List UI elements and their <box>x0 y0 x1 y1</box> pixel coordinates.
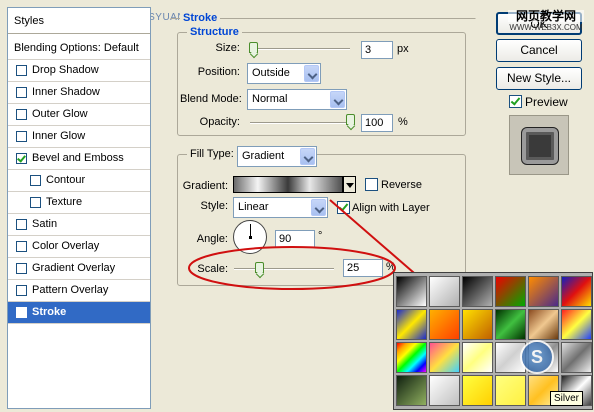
gradient-swatch[interactable] <box>396 309 427 340</box>
gradient-swatch[interactable] <box>561 276 592 307</box>
gradient-picker-popup <box>393 272 593 410</box>
gradient-swatch[interactable] <box>429 375 460 406</box>
annotation-ellipse <box>188 246 396 290</box>
gradient-swatch[interactable] <box>462 342 493 373</box>
gradient-swatch[interactable] <box>495 309 526 340</box>
gradient-swatch[interactable] <box>528 309 559 340</box>
gradient-swatch[interactable] <box>396 276 427 307</box>
gradient-swatch[interactable] <box>462 375 493 406</box>
gradient-swatch[interactable] <box>462 276 493 307</box>
logo-watermark-icon: S <box>520 340 554 374</box>
gradient-swatch[interactable] <box>495 375 526 406</box>
gradient-swatch[interactable] <box>396 342 427 373</box>
gradient-swatch[interactable] <box>495 276 526 307</box>
gradient-swatch[interactable] <box>429 276 460 307</box>
gradient-swatch[interactable] <box>561 342 592 373</box>
gradient-swatch[interactable] <box>429 309 460 340</box>
gradient-swatch[interactable] <box>396 375 427 406</box>
gradient-swatch[interactable] <box>429 342 460 373</box>
gradient-swatch[interactable] <box>561 309 592 340</box>
gradient-swatch[interactable] <box>462 309 493 340</box>
gradient-tooltip: Silver <box>550 391 584 406</box>
gradient-swatch[interactable] <box>528 276 559 307</box>
